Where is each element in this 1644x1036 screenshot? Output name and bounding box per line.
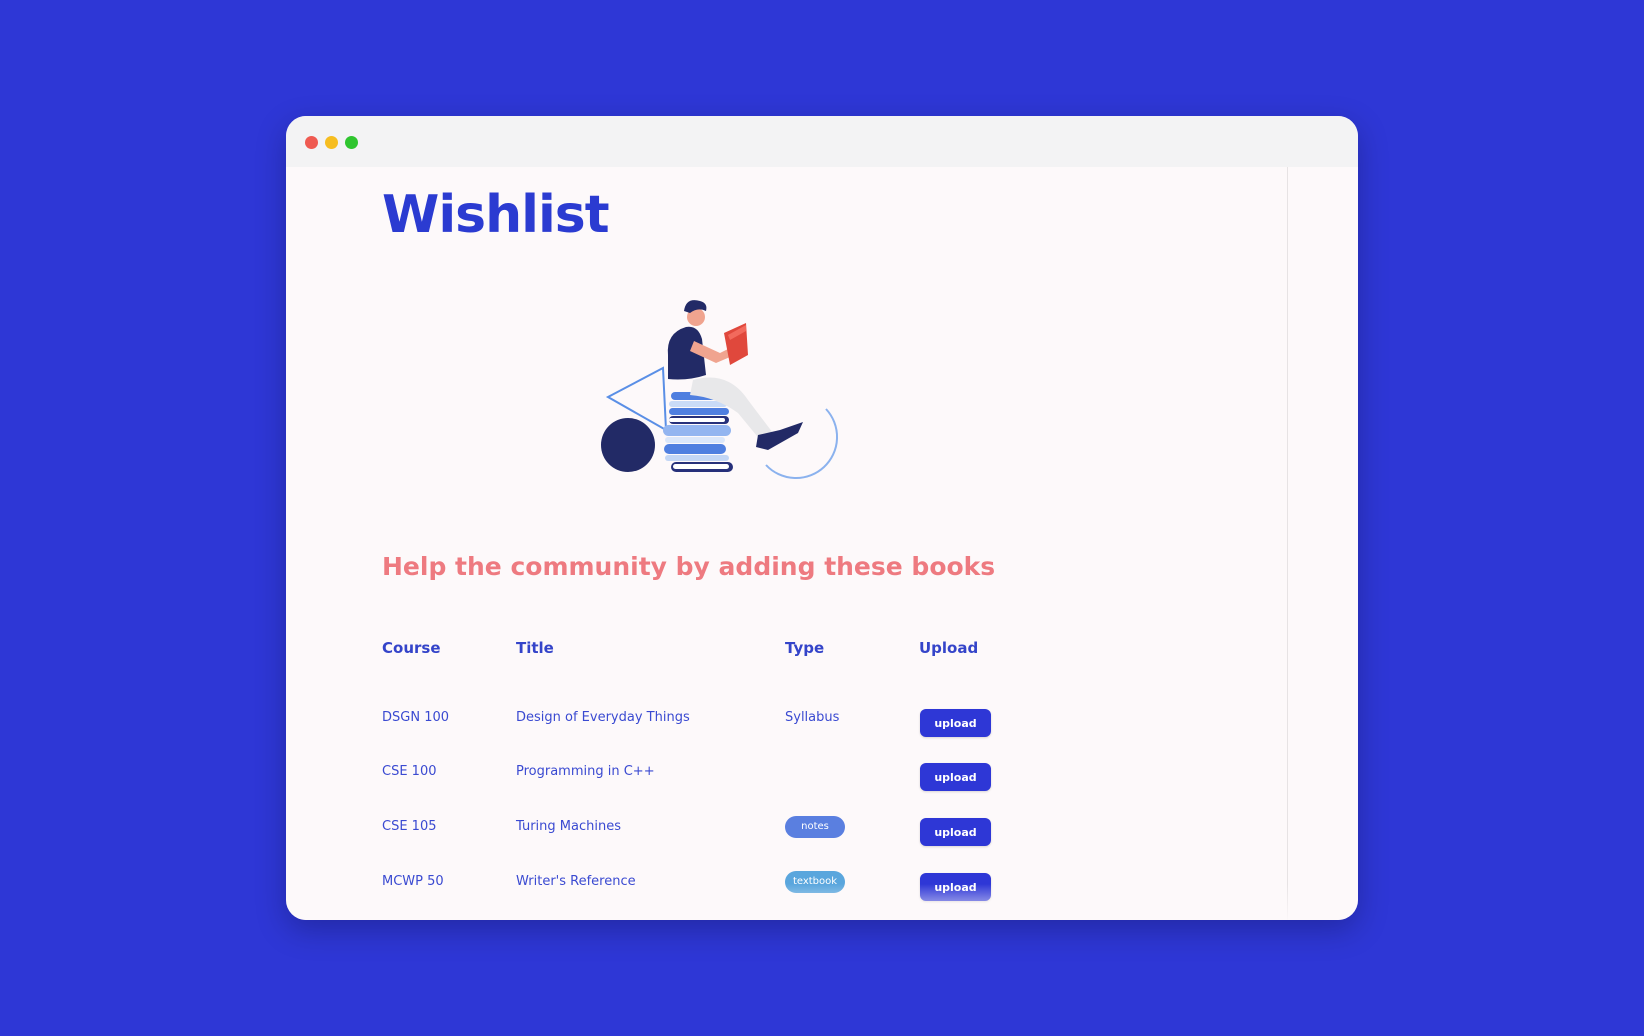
type-text: Syllabus (785, 710, 840, 725)
course-code: DSGN 100 (382, 710, 450, 725)
column-header-type[interactable]: Type (785, 639, 824, 657)
upload-button[interactable]: upload (920, 818, 991, 846)
page-title: Wishlist (382, 185, 610, 245)
book-title[interactable]: Programming in C++ (516, 764, 655, 779)
maximize-window-button[interactable] (345, 136, 358, 149)
course-code: MCWP 50 (382, 874, 444, 889)
column-header-course[interactable]: Course (382, 639, 441, 657)
person-reading-books-illustration (601, 300, 839, 479)
page-content: Wishlist Help the community by adding th… (286, 167, 1358, 920)
table-row: MCWP 50 Writer's Reference textbook uplo… (286, 871, 1286, 913)
notes-badge: notes (785, 816, 845, 838)
book-title[interactable]: Turing Machines (516, 819, 621, 834)
table-row: CSE 105 Turing Machines notes upload (286, 816, 1286, 858)
table-row: CSE 100 Programming in C++ upload (286, 763, 1286, 803)
course-code: CSE 100 (382, 764, 437, 779)
close-window-button[interactable] (305, 136, 318, 149)
section-subtitle: Help the community by adding these books (382, 552, 996, 581)
column-header-upload[interactable]: Upload (919, 639, 978, 657)
upload-button[interactable]: upload (920, 763, 991, 791)
column-header-title[interactable]: Title (516, 639, 554, 657)
window-titlebar (286, 116, 1358, 167)
course-code: CSE 105 (382, 819, 437, 834)
upload-button[interactable]: upload (920, 873, 991, 901)
book-title[interactable]: Design of Everyday Things (516, 710, 690, 725)
book-title[interactable]: Writer's Reference (516, 874, 636, 889)
textbook-badge: textbook (785, 871, 845, 893)
browser-window: Wishlist Help the community by adding th… (286, 116, 1358, 920)
minimize-window-button[interactable] (325, 136, 338, 149)
table-row: DSGN 100 Design of Everyday Things Sylla… (286, 709, 1286, 749)
upload-button[interactable]: upload (920, 709, 991, 737)
